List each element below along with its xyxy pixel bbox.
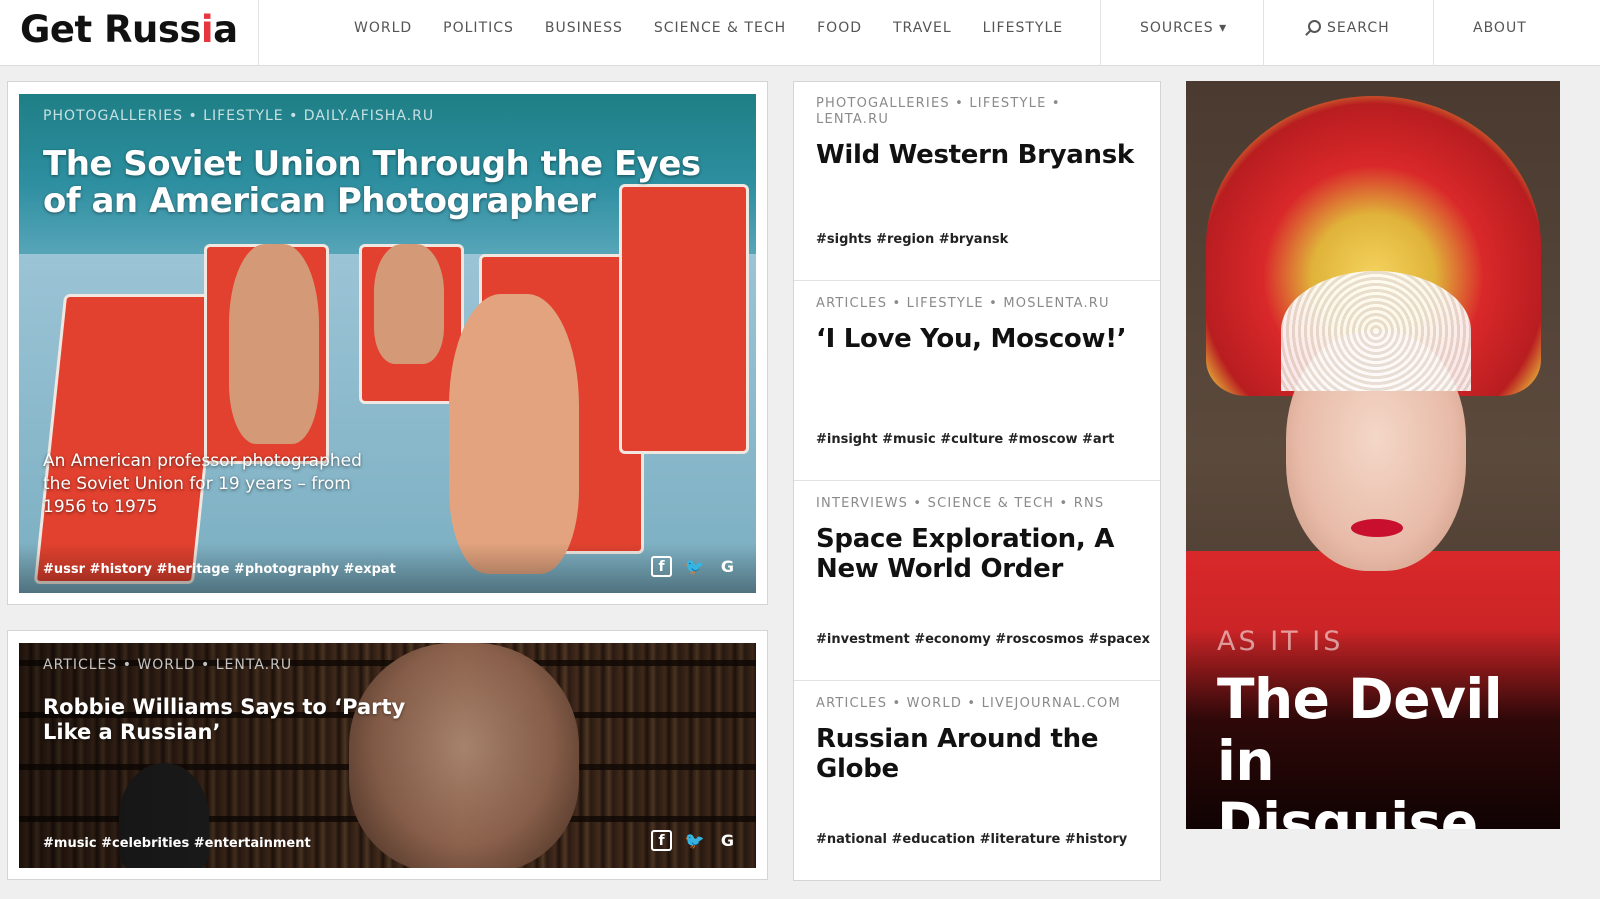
site-logo[interactable]: Get Russia — [20, 8, 238, 51]
list-item-title[interactable]: Russian Around the Globe — [816, 724, 1136, 784]
hero-tags[interactable]: #ussr #history #heritage #photography #e… — [43, 562, 396, 577]
robbie-tags[interactable]: #music #celebrities #entertainment — [43, 836, 311, 851]
header-divider — [1263, 0, 1264, 66]
list-item-title[interactable]: Space Exploration, A New World Order — [816, 524, 1136, 584]
facebook-icon[interactable]: f — [651, 556, 672, 577]
search-button[interactable]: SEARCH — [1308, 20, 1390, 36]
hero-title[interactable]: The Soviet Union Through the Eyes of an … — [43, 146, 743, 220]
about-link[interactable]: ABOUT — [1473, 20, 1527, 36]
nav-lifestyle[interactable]: LIFESTYLE — [983, 20, 1063, 36]
nav-world[interactable]: WORLD — [354, 20, 412, 36]
twitter-icon[interactable]: 🐦 — [684, 556, 705, 577]
article-list: PHOTOGALLERIES • LIFESTYLE • LENTA.RU Wi… — [793, 81, 1161, 881]
list-item-meta[interactable]: INTERVIEWS • SCIENCE & TECH • RNS — [816, 496, 1146, 512]
facebook-icon[interactable]: f — [651, 830, 672, 851]
feature-card[interactable]: AS IT IS The Devil in Disguise — [1186, 81, 1560, 829]
list-item-meta[interactable]: ARTICLES • LIFESTYLE • MOSLENTA.RU — [816, 296, 1146, 312]
google-icon[interactable]: G — [717, 830, 738, 851]
list-item-tags[interactable]: #sights #region #bryansk — [816, 232, 1008, 247]
search-label: SEARCH — [1327, 20, 1390, 36]
hero-card[interactable]: PHOTOGALLERIES • LIFESTYLE • DAILY.AFISH… — [7, 81, 768, 605]
list-item-title[interactable]: ‘I Love You, Moscow!’ — [816, 324, 1146, 354]
robbie-card[interactable]: ARTICLES • WORLD • LENTA.RU Robbie Willi… — [7, 630, 768, 880]
list-item-title[interactable]: Wild Western Bryansk — [816, 140, 1146, 170]
feature-title[interactable]: The Devil in Disguise — [1217, 668, 1537, 829]
header-divider — [1433, 0, 1434, 66]
robbie-photo: ARTICLES • WORLD • LENTA.RU Robbie Willi… — [19, 643, 756, 868]
google-icon[interactable]: G — [717, 556, 738, 577]
nav-politics[interactable]: POLITICS — [443, 20, 514, 36]
nav-food[interactable]: FOOD — [817, 20, 862, 36]
hero-meta[interactable]: PHOTOGALLERIES • LIFESTYLE • DAILY.AFISH… — [43, 108, 434, 124]
hero-social: f 🐦 G — [651, 556, 738, 577]
nav-science-tech[interactable]: SCIENCE & TECH — [654, 20, 786, 36]
list-item-meta[interactable]: ARTICLES • WORLD • LIVEJOURNAL.COM — [816, 696, 1156, 712]
site-header: Get Russia WORLD POLITICS BUSINESS SCIEN… — [0, 0, 1600, 66]
list-item-tags[interactable]: #investment #economy #roscosmos #spacex — [816, 632, 1150, 647]
robbie-social: f 🐦 G — [651, 830, 738, 851]
sources-dropdown[interactable]: SOURCES ▾ — [1140, 20, 1227, 36]
list-item[interactable]: ARTICLES • WORLD • LIVEJOURNAL.COM Russi… — [794, 681, 1160, 881]
search-icon — [1308, 20, 1321, 33]
list-item-tags[interactable]: #insight #music #culture #moscow #art — [816, 432, 1114, 447]
list-item[interactable]: PHOTOGALLERIES • LIFESTYLE • LENTA.RU Wi… — [794, 82, 1160, 281]
nav-business[interactable]: BUSINESS — [545, 20, 623, 36]
robbie-meta[interactable]: ARTICLES • WORLD • LENTA.RU — [43, 657, 292, 673]
header-divider — [1100, 0, 1101, 66]
hero-summary: An American professor photographed the S… — [43, 451, 362, 517]
list-item-meta[interactable]: PHOTOGALLERIES • LIFESTYLE • LENTA.RU — [816, 96, 1136, 128]
list-item[interactable]: INTERVIEWS • SCIENCE & TECH • RNS Space … — [794, 481, 1160, 681]
twitter-icon[interactable]: 🐦 — [684, 830, 705, 851]
feature-kicker: AS IT IS — [1217, 626, 1344, 657]
hero-photo: PHOTOGALLERIES • LIFESTYLE • DAILY.AFISH… — [19, 94, 756, 593]
list-item[interactable]: ARTICLES • LIFESTYLE • MOSLENTA.RU ‘I Lo… — [794, 281, 1160, 481]
header-divider — [258, 0, 259, 66]
robbie-title[interactable]: Robbie Williams Says to ‘Party Like a Ru… — [43, 695, 443, 745]
main-nav: WORLD POLITICS BUSINESS SCIENCE & TECH F… — [354, 20, 1094, 36]
list-item-tags[interactable]: #national #education #literature #histor… — [816, 832, 1127, 847]
nav-travel[interactable]: TRAVEL — [893, 20, 952, 36]
